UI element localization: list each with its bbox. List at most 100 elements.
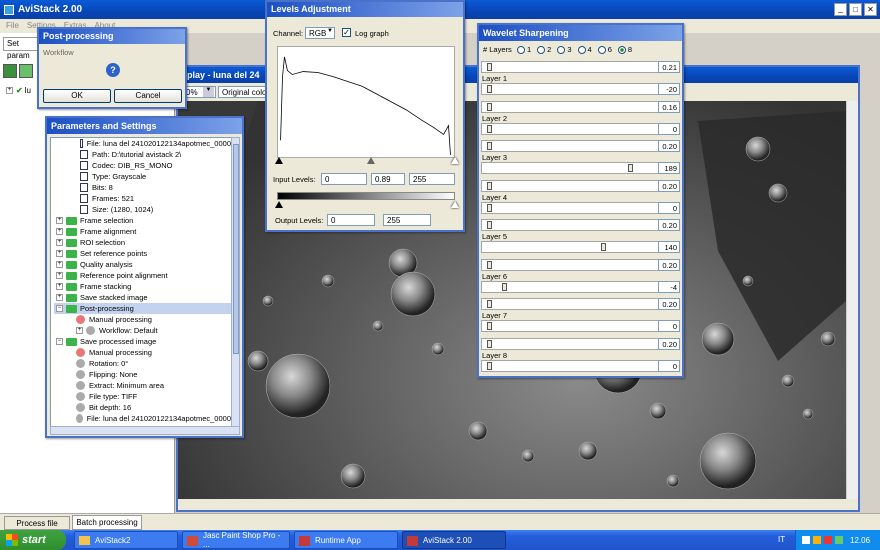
tab-process-file[interactable]: Process file	[4, 516, 70, 530]
output-black-pointer[interactable]	[275, 201, 283, 208]
amount-value[interactable]: 0.20	[658, 219, 680, 231]
layer-count-radio[interactable]: 6	[597, 45, 612, 54]
expand-icon[interactable]: +	[76, 327, 83, 334]
amount-value[interactable]: 0.16	[658, 100, 680, 113]
tree-group[interactable]: + Save stacked image	[54, 292, 231, 303]
tree-group[interactable]: − Save processed image	[54, 336, 231, 347]
expand-icon[interactable]: +	[56, 250, 63, 257]
amount-slider[interactable]	[481, 179, 659, 192]
amount-slider[interactable]	[481, 258, 659, 271]
slider-thumb[interactable]	[487, 322, 493, 330]
channel-dropdown-icon[interactable]: ▼	[325, 28, 335, 38]
layer-count-radio[interactable]: 1	[517, 45, 531, 54]
input-black-pointer[interactable]	[275, 157, 283, 164]
slider-thumb[interactable]	[487, 300, 493, 308]
input-level-high[interactable]: 255	[409, 173, 455, 185]
amount-slider[interactable]	[481, 100, 659, 113]
scroll-thumb[interactable]	[233, 144, 239, 354]
amount-slider[interactable]	[481, 140, 659, 152]
amount-value[interactable]: 0.20	[658, 179, 680, 192]
task-avistack-active[interactable]: AviStack 2.00	[402, 531, 506, 549]
expand-icon[interactable]: +	[6, 87, 13, 94]
layer-value[interactable]: 0	[658, 320, 680, 332]
collapse-icon[interactable]: −	[56, 305, 63, 312]
tool-icon-2[interactable]	[19, 64, 33, 78]
amount-slider[interactable]	[481, 61, 659, 73]
log-graph-checkbox[interactable]: ✓	[342, 28, 351, 37]
value-slider[interactable]	[481, 320, 659, 332]
value-slider[interactable]	[481, 280, 659, 293]
start-button[interactable]: start	[0, 530, 66, 550]
params-vscroll[interactable]	[231, 137, 240, 427]
tree-child[interactable]: Extract: Minimum area	[54, 380, 231, 391]
layer-count-radio[interactable]: 4	[577, 45, 592, 54]
amount-slider[interactable]	[481, 337, 659, 350]
tab-batch-processing[interactable]: Batch processing	[72, 515, 142, 530]
amount-slider[interactable]	[481, 219, 659, 231]
tool-icon-1[interactable]	[3, 64, 17, 78]
tree-child[interactable]: Rotation: 0°	[54, 358, 231, 369]
help-icon[interactable]: ?	[106, 63, 120, 77]
tree-group[interactable]: + Reference point alignment	[54, 270, 231, 281]
task-avistack2[interactable]: AviStack2	[74, 531, 178, 549]
value-slider[interactable]	[481, 162, 659, 174]
slider-thumb[interactable]	[487, 181, 493, 190]
ok-button[interactable]: OK	[43, 89, 111, 103]
tray-icon[interactable]	[824, 536, 832, 544]
expand-icon[interactable]: +	[56, 239, 63, 246]
zoom-dropdown-icon[interactable]: ▼	[203, 87, 214, 97]
slider-thumb[interactable]	[487, 142, 493, 150]
layer-value[interactable]: 189	[658, 162, 680, 174]
expand-icon[interactable]: +	[56, 217, 63, 224]
amount-slider[interactable]	[481, 298, 659, 310]
expand-icon[interactable]: +	[56, 228, 63, 235]
slider-thumb[interactable]	[487, 124, 493, 133]
tray-icon[interactable]	[813, 536, 821, 544]
amount-value[interactable]: 0.20	[658, 140, 680, 152]
tree-group[interactable]: + Frame selection	[54, 215, 231, 226]
amount-value[interactable]: 0.21	[658, 61, 680, 73]
value-slider[interactable]	[481, 241, 659, 253]
slider-thumb[interactable]	[487, 221, 493, 229]
radio-icon[interactable]	[517, 45, 525, 54]
slider-thumb[interactable]	[487, 260, 493, 269]
layer-value[interactable]: 140	[658, 241, 680, 253]
tree-group[interactable]: + Set reference points	[54, 248, 231, 259]
layer-value[interactable]: -4	[658, 280, 680, 293]
radio-icon[interactable]	[577, 45, 586, 54]
tree-group[interactable]: + Frame stacking	[54, 281, 231, 292]
slider-thumb[interactable]	[487, 203, 493, 212]
tree-child[interactable]: File type: TIFF	[54, 391, 231, 402]
language-indicator[interactable]: IT	[778, 535, 785, 544]
slider-thumb[interactable]	[502, 282, 508, 291]
input-gamma-pointer[interactable]	[367, 157, 375, 164]
tree-group[interactable]: + Quality analysis	[54, 259, 231, 270]
minimize-button[interactable]: _	[834, 3, 847, 16]
vertical-scrollbar[interactable]	[846, 101, 858, 499]
output-level-low[interactable]: 0	[327, 214, 375, 226]
layer-count-radio[interactable]: 3	[557, 45, 572, 54]
input-level-low[interactable]: 0	[321, 173, 367, 185]
tree-group[interactable]: + ROI selection	[54, 237, 231, 248]
expand-icon[interactable]: +	[56, 294, 63, 301]
tree-child[interactable]: Flipping: None	[54, 369, 231, 380]
value-slider[interactable]	[481, 83, 659, 95]
tree-child[interactable]: File: luna del 241020122134apotmec_0000	[54, 413, 231, 424]
radio-selected-icon[interactable]	[617, 45, 626, 54]
output-level-high[interactable]: 255	[383, 214, 431, 226]
amount-value[interactable]: 0.20	[658, 337, 680, 350]
radio-icon[interactable]	[557, 45, 566, 54]
slider-thumb[interactable]	[628, 164, 634, 172]
layer-count-radio[interactable]: 2	[537, 45, 551, 54]
expand-icon[interactable]: +	[56, 261, 63, 268]
collapse-icon[interactable]: −	[56, 338, 63, 345]
layer-value[interactable]: 0	[658, 201, 680, 214]
value-slider[interactable]	[481, 201, 659, 214]
layer-value[interactable]: 0	[658, 359, 680, 372]
tree-child[interactable]: Manual processing	[54, 347, 231, 358]
expand-icon[interactable]: +	[56, 272, 63, 279]
tree-child[interactable]: + Workflow: Default	[54, 325, 231, 336]
value-slider[interactable]	[481, 122, 659, 135]
maximize-button[interactable]: □	[849, 3, 862, 16]
root-tree-item[interactable]: + ✔ lu	[6, 86, 31, 95]
